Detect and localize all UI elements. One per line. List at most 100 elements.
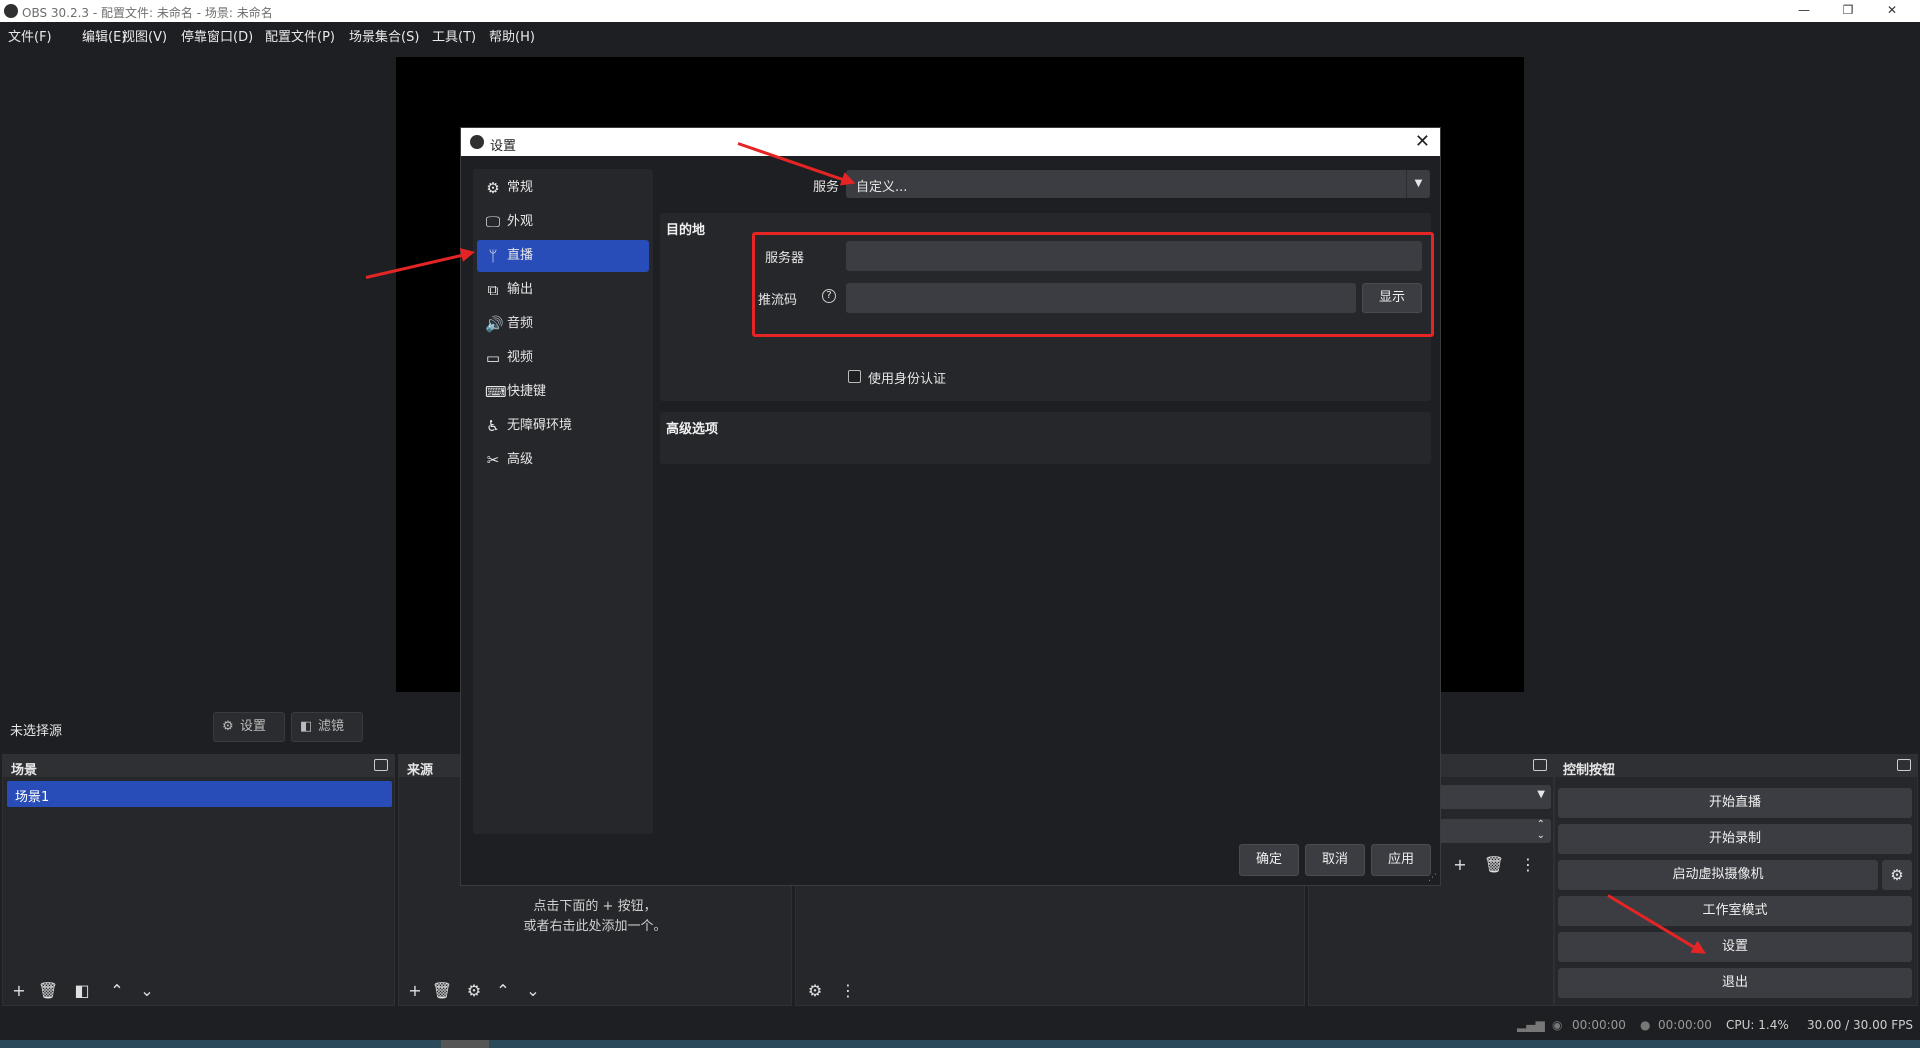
cpu-usage: CPU: 1.4% [1726,1018,1789,1032]
gear-icon: ⚙ [486,179,500,197]
gear-icon: ⚙ [222,719,234,734]
chevron-down-icon[interactable]: ⌄ [522,981,544,1001]
taskbar-strip [0,1040,1920,1048]
accessibility-icon: ♿ [486,417,500,435]
undock-icon[interactable] [1897,759,1911,771]
add-icon[interactable]: + [8,981,30,1001]
menu-help[interactable]: 帮助(H) [489,26,535,45]
appearance-icon: 🖵 [485,213,501,231]
stream-time: 00:00:00 [1572,1018,1626,1032]
sources-dock-title: 来源 [407,763,434,778]
start-virtual-camera-button[interactable]: 启动虚拟摄像机 [1558,860,1878,890]
advanced-title: 高级选项 [666,422,719,437]
apply-button[interactable]: 应用 [1371,844,1431,876]
scenes-toolbar: + 🗑 ◧ ⌃ ⌄ [3,977,394,1005]
studio-mode-button[interactable]: 工作室模式 [1558,896,1912,926]
scene-item[interactable]: 场景1 [7,781,392,807]
cancel-button[interactable]: 取消 [1305,844,1365,876]
start-recording-button[interactable]: 开始录制 [1558,824,1912,854]
settings-button[interactable]: 设置 [1558,932,1912,962]
menu-docks[interactable]: 停靠窗口(D) [181,26,253,45]
nav-item-general[interactable]: ⚙ 常规 [477,172,649,204]
source-settings-label: 设置 [240,719,267,734]
source-filters-label: 滤镜 [318,719,345,734]
auth-checkbox-label: 使用身份认证 [868,372,947,387]
menu-profile[interactable]: 配置文件(P) [265,26,335,45]
destination-title: 目的地 [666,223,706,238]
menu-edit[interactable]: 编辑(E) [82,26,126,45]
add-icon[interactable]: + [404,981,426,1001]
record-status-icon: ● [1640,1018,1651,1032]
nav-item-stream[interactable]: ᛘ 直播 [477,240,649,272]
nav-item-hotkeys[interactable]: ⌨ 快捷键 [477,376,649,408]
virtual-camera-settings-gear-icon[interactable]: ⚙ [1882,860,1912,890]
nav-label: 无障碍环境 [507,418,573,433]
close-icon[interactable]: ✕ [1415,131,1430,152]
nav-label: 直播 [507,248,534,263]
nav-label: 高级 [507,452,534,467]
window-title: OBS 30.2.3 - 配置文件: 未命名 - 场景: 未命名 [22,6,273,20]
gear-icon[interactable]: ⚙ [804,981,826,1001]
controls-dock-header: 控制按钮 [1555,755,1917,778]
obs-logo-icon [4,4,18,18]
transition-duration-stepper[interactable]: ⌃ ⌄ [1439,819,1551,843]
restore-button[interactable]: ❐ [1826,0,1870,22]
more-vertical-icon[interactable]: ⋮ [837,981,859,1001]
menu-scene-collection[interactable]: 场景集合(S) [349,26,419,45]
nav-item-video[interactable]: ▭ 视频 [477,342,649,374]
antenna-icon: ᛘ [488,247,498,265]
menu-view[interactable]: 视图(V) [122,26,167,45]
scenes-dock-header: 场景 [3,755,394,778]
source-settings-button[interactable]: ⚙ 设置 [213,712,285,742]
obs-logo-icon [470,135,484,149]
chevron-up-icon[interactable]: ⌃ [106,981,128,1001]
gear-icon[interactable]: ⚙ [463,981,485,1001]
settings-dialog: 设置 ✕ ⚙ 常规 🖵 外观 ᛘ 直播 ⧉ 输出 🔊 音频 ▭ 视频 ⌨ 快捷键 ♿ 无障碍环境… [460,127,1441,886]
nav-label: 视频 [507,350,534,365]
transition-select[interactable]: ▼ [1439,785,1551,809]
record-time: 00:00:00 [1658,1018,1712,1032]
menu-file[interactable]: 文件(F) [8,26,52,45]
nav-label: 输出 [507,282,534,297]
nav-item-output[interactable]: ⧉ 输出 [477,274,649,306]
nav-item-audio[interactable]: 🔊 音频 [477,308,649,340]
chevron-up-icon[interactable]: ⌃ [492,981,514,1001]
auth-checkbox[interactable] [848,370,861,383]
filter-icon[interactable]: ◧ [71,981,93,1001]
service-select[interactable]: 自定义... ▼ [846,170,1430,198]
nav-label: 快捷键 [507,384,547,399]
close-button[interactable]: ✕ [1870,0,1914,22]
trash-icon[interactable]: 🗑 [431,981,453,1001]
menu-tools[interactable]: 工具(T) [432,26,476,45]
chevron-down-icon[interactable]: ⌄ [136,981,158,1001]
minimize-button[interactable]: — [1782,0,1826,22]
controls-dock-title: 控制按钮 [1563,763,1616,778]
nav-label: 常规 [507,180,534,195]
exit-button[interactable]: 退出 [1558,968,1912,998]
chevron-down-icon: ▼ [1406,170,1430,198]
undock-icon[interactable] [374,759,388,771]
no-source-label: 未选择源 [10,724,63,739]
resize-grip-icon[interactable]: ⋰ [1428,873,1437,883]
advanced-group: 高级选项 [660,412,1431,464]
tools-icon: ✂ [486,451,500,469]
service-value: 自定义... [856,180,908,195]
trash-icon[interactable]: 🗑 [37,981,59,1001]
add-icon[interactable]: + [1449,855,1471,875]
nav-item-appearance[interactable]: 🖵 外观 [477,206,649,238]
output-icon: ⧉ [487,281,499,299]
ok-button[interactable]: 确定 [1239,844,1299,876]
undock-icon[interactable] [1533,759,1547,771]
start-streaming-button[interactable]: 开始直播 [1558,788,1912,818]
nav-item-accessibility[interactable]: ♿ 无障碍环境 [477,410,649,442]
more-vertical-icon[interactable]: ⋮ [1517,855,1539,875]
scroll-thumb[interactable] [441,1040,489,1048]
title-bar: OBS 30.2.3 - 配置文件: 未命名 - 场景: 未命名 — ❐ ✕ [0,0,1920,22]
sources-empty-hint-3: 或者右击此处添加一个。 [523,919,667,934]
trash-icon[interactable]: 🗑 [1483,855,1505,875]
nav-label: 外观 [507,214,534,229]
status-bar: ▂▄▆ ◉ 00:00:00 ● 00:00:00 CPU: 1.4% 30.0… [0,1010,1920,1040]
sources-empty-hint-2: 点击下面的 + 按钮， [533,899,657,914]
nav-item-advanced[interactable]: ✂ 高级 [477,444,649,476]
source-filters-button[interactable]: ◧ 滤镜 [291,712,363,742]
